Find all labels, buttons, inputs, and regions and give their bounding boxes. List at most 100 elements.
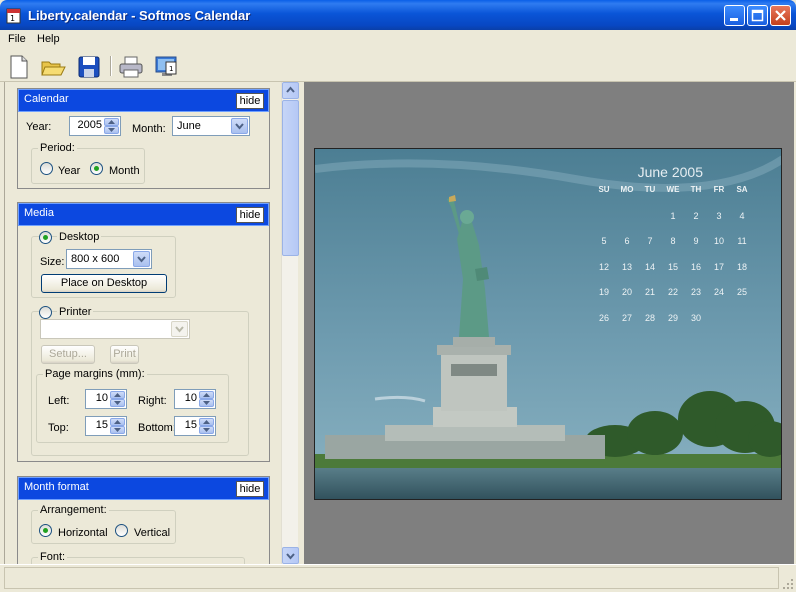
period-group: Period: Year Month (31, 142, 145, 184)
spin-up-icon[interactable] (199, 418, 214, 426)
new-button[interactable] (6, 54, 32, 80)
month-format-hide-button[interactable]: hide (236, 481, 264, 497)
status-field (4, 567, 779, 589)
options-panel: Calendar hide Year: 2005 Month: June Per… (4, 82, 281, 564)
desktop-button[interactable]: 1 (154, 54, 180, 80)
weekday-label: FR (713, 185, 725, 194)
day-cell: 7 (647, 236, 653, 246)
day-cell: 11 (737, 236, 747, 246)
spin-down-icon[interactable] (104, 126, 119, 134)
close-button[interactable] (770, 5, 791, 26)
month-format-section-title: Month format (24, 481, 89, 493)
spin-up-icon[interactable] (104, 118, 119, 126)
open-folder-icon (41, 61, 66, 76)
title-bar[interactable]: 1 Liberty.calendar - Softmos Calendar (0, 0, 796, 30)
month-format-section: Month format hide Arrangement: Horizonta… (17, 476, 270, 564)
period-month-label: Month (109, 165, 140, 177)
day-cell: 19 (598, 287, 609, 297)
bottom-margin-spinner[interactable]: 15 (174, 416, 216, 436)
top-margin-label: Top: (48, 422, 69, 434)
size-value: 800 x 600 (71, 253, 120, 265)
size-select[interactable]: 800 x 600 (66, 249, 152, 269)
calendar-preview: June 2005 SU MO TU WE TH FR SA 1 2 3 4 5 6 7 8 9 10 11 12… (304, 82, 794, 564)
day-cell: 17 (713, 261, 724, 272)
spin-down-icon[interactable] (199, 399, 214, 407)
close-icon (775, 10, 786, 21)
maximize-button[interactable] (747, 5, 768, 26)
setup-button[interactable]: Setup... (41, 345, 95, 364)
chevron-down-icon[interactable] (133, 251, 150, 267)
month-select[interactable]: June (172, 116, 250, 136)
toolbar: 1 (0, 50, 796, 82)
calendar-grid: SU MO TU WE TH FR SA 1 2 3 4 5 6 7 8 9 10 11 12 13 14 15 16 17… (593, 185, 753, 338)
save-disk-icon (78, 56, 100, 78)
options-scrollbar[interactable] (281, 82, 299, 564)
desktop-radio[interactable] (39, 231, 52, 244)
font-group: Font: (31, 551, 245, 564)
media-section-header: Media hide (18, 203, 269, 226)
save-button[interactable] (76, 54, 102, 80)
arrangement-vertical-radio[interactable] (115, 524, 128, 537)
weekday-label: SU (598, 185, 610, 194)
arrangement-horizontal-label: Horizontal (58, 527, 108, 539)
arrangement-vertical-label: Vertical (134, 527, 171, 539)
arrangement-label: Arrangement: (38, 504, 109, 516)
chevron-down-icon[interactable] (171, 321, 188, 337)
spin-down-icon[interactable] (110, 426, 125, 434)
spin-up-icon[interactable] (199, 391, 214, 399)
week-row: 12 13 14 15 16 17 18 (593, 262, 753, 288)
arrangement-horizontal-radio[interactable] (39, 524, 52, 537)
spin-up-icon[interactable] (110, 391, 125, 399)
chevron-down-icon[interactable] (231, 118, 248, 134)
printer-radio[interactable] (39, 306, 52, 319)
font-label: Font: (38, 551, 68, 563)
bottom-margin-value: 15 (184, 419, 197, 431)
day-cell: 20 (621, 287, 632, 297)
day-cell: 14 (644, 261, 655, 272)
printer-select[interactable] (40, 319, 190, 339)
scroll-down-button[interactable] (282, 547, 299, 564)
spin-down-icon[interactable] (199, 426, 214, 434)
minimize-button[interactable] (724, 5, 745, 26)
resize-grip-icon[interactable] (782, 578, 794, 590)
calendar-month-title: June 2005 (637, 164, 703, 180)
month-value: June (177, 120, 201, 132)
day-cell: 8 (670, 236, 676, 246)
arrangement-group: Arrangement: Horizontal Vertical (31, 504, 176, 544)
scroll-thumb[interactable] (282, 100, 299, 256)
status-bar (0, 564, 796, 592)
day-cell: 28 (644, 312, 655, 323)
print-button[interactable]: Print (110, 345, 139, 364)
spin-down-icon[interactable] (110, 399, 125, 407)
right-margin-value: 10 (184, 392, 197, 404)
print-button[interactable] (118, 54, 144, 80)
left-margin-spinner[interactable]: 10 (85, 389, 127, 409)
calendar-hide-button[interactable]: hide (236, 93, 264, 109)
weekday-label: TH (690, 185, 702, 194)
day-cell: 13 (621, 261, 632, 272)
year-spinner[interactable]: 2005 (69, 116, 121, 136)
day-cell: 2 (693, 210, 699, 221)
scroll-up-button[interactable] (282, 82, 299, 99)
weekday-row: SU MO TU WE TH FR SA (593, 185, 753, 211)
desktop-label: Desktop (57, 231, 102, 243)
menu-help[interactable]: Help (37, 33, 60, 45)
menu-file[interactable]: File (8, 33, 26, 45)
right-margin-label: Right: (138, 395, 167, 407)
period-month-radio[interactable] (90, 162, 103, 175)
day-cell: 25 (736, 287, 747, 297)
top-margin-spinner[interactable]: 15 (85, 416, 127, 436)
day-cell: 15 (667, 261, 678, 272)
open-button[interactable] (40, 54, 66, 80)
spin-up-icon[interactable] (110, 418, 125, 426)
place-on-desktop-button[interactable]: Place on Desktop (41, 274, 167, 293)
menu-bar: File Help (0, 30, 796, 50)
right-margin-spinner[interactable]: 10 (174, 389, 216, 409)
left-margin-value: 10 (95, 392, 108, 404)
size-label: Size: (40, 256, 65, 268)
media-section-title: Media (24, 207, 54, 219)
day-cell: 3 (716, 210, 722, 221)
media-hide-button[interactable]: hide (236, 207, 264, 223)
printer-label: Printer (57, 306, 94, 318)
period-year-radio[interactable] (40, 162, 53, 175)
